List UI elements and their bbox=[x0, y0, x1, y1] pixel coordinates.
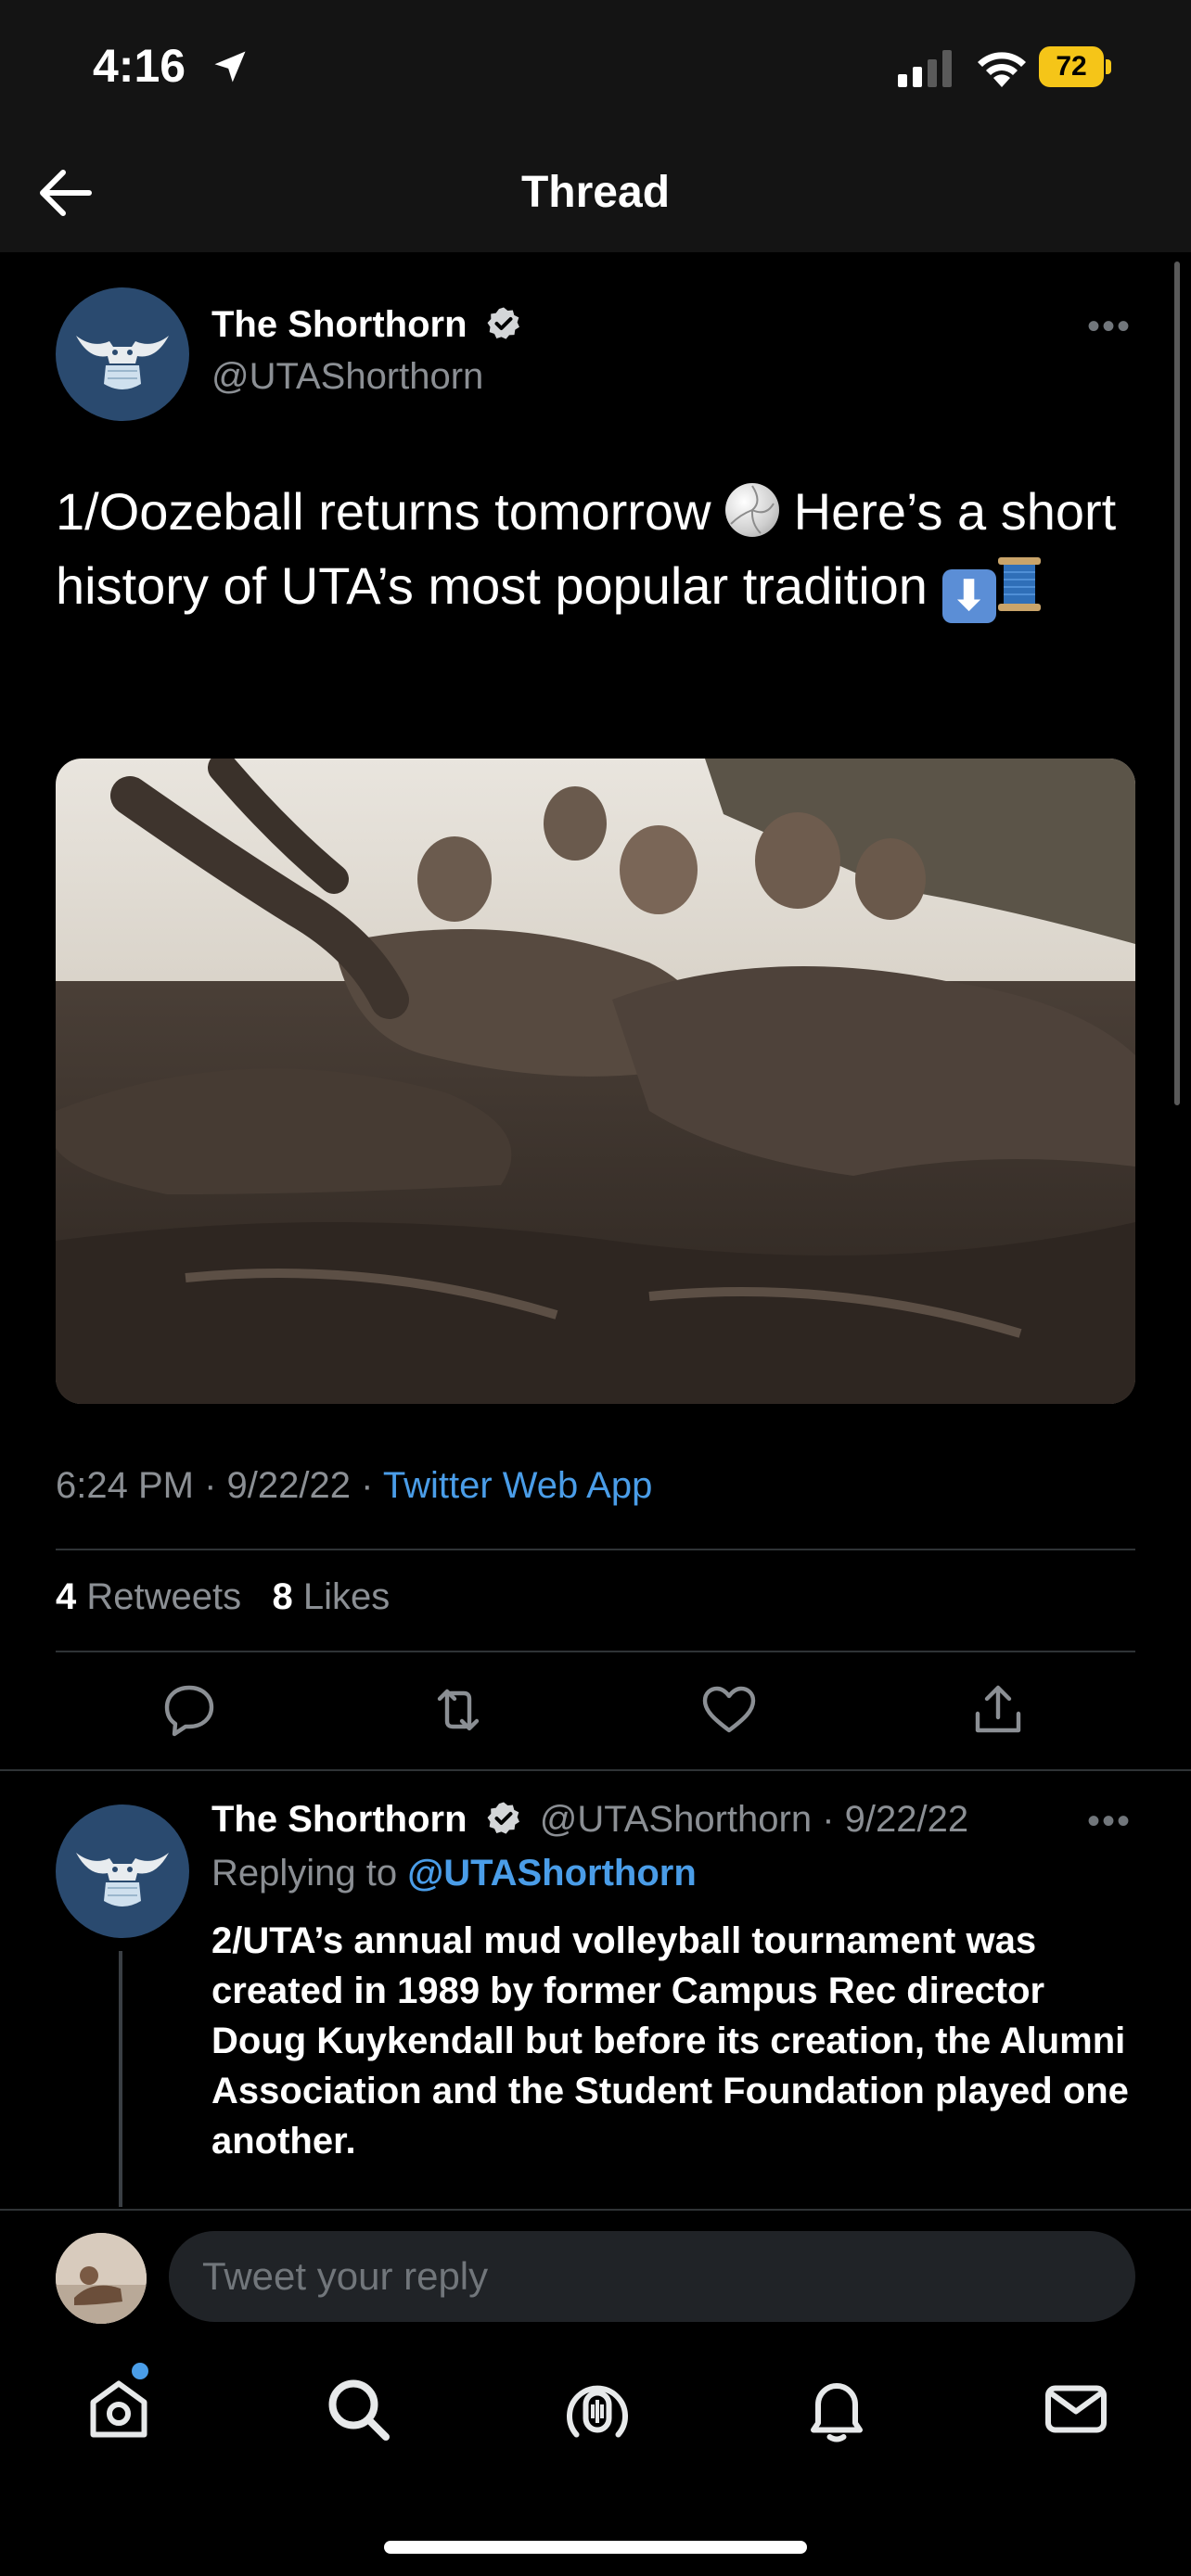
home-indicator[interactable] bbox=[384, 2541, 807, 2554]
volleyball-emoji-icon bbox=[725, 483, 780, 537]
likes-stat[interactable]: 8 Likes bbox=[272, 1576, 390, 1617]
thread-connector-line bbox=[119, 1951, 122, 2207]
more-options-icon[interactable]: ••• bbox=[1087, 306, 1132, 348]
reply-icon[interactable] bbox=[160, 1680, 219, 1740]
reply-text: 2/UTA’s annual mud volleyball tournament… bbox=[211, 1920, 1129, 2162]
mud-volleyball-photo bbox=[56, 759, 1135, 1404]
bell-icon[interactable] bbox=[800, 2372, 874, 2446]
section-divider bbox=[0, 1769, 1191, 1771]
down-arrow-emoji-icon: ⬇ bbox=[941, 569, 996, 623]
reply-more-options-icon[interactable]: ••• bbox=[1087, 1801, 1132, 1843]
divider bbox=[56, 1549, 1135, 1550]
home-icon[interactable] bbox=[82, 2372, 156, 2446]
author-handle[interactable]: @UTAShorthorn bbox=[211, 356, 483, 398]
status-time: 4:16 bbox=[93, 40, 186, 92]
replying-to: Replying to @UTAShorthorn bbox=[211, 1853, 697, 1894]
share-icon[interactable] bbox=[968, 1680, 1028, 1740]
search-icon[interactable] bbox=[321, 2372, 395, 2446]
battery-indicator: 72 bbox=[1039, 46, 1113, 87]
home-notification-dot bbox=[132, 2363, 148, 2379]
heart-icon[interactable] bbox=[699, 1680, 759, 1740]
tweet-date: 9/22/22 bbox=[226, 1465, 351, 1506]
engagement-counts: 4 Retweets 8 Likes bbox=[56, 1576, 390, 1618]
replying-to-label: Replying to bbox=[211, 1853, 398, 1894]
tweet-meta: 6:24 PM · 9/22/22 · Twitter Web App bbox=[56, 1465, 652, 1507]
location-arrow-icon bbox=[214, 51, 246, 83]
meta-separator: · bbox=[204, 1465, 227, 1506]
tweet-text-part1: 1/Oozeball returns tomorrow bbox=[56, 482, 726, 541]
likes-count: 8 bbox=[272, 1576, 293, 1617]
retweets-label: Retweets bbox=[86, 1576, 242, 1617]
user-avatar[interactable] bbox=[56, 2233, 147, 2324]
verified-badge-icon bbox=[487, 307, 519, 339]
tweet-text: 1/Oozeball returns tomorrow Here’s a sho… bbox=[56, 475, 1132, 623]
mail-icon[interactable] bbox=[1039, 2372, 1113, 2446]
user-photo bbox=[56, 2233, 147, 2324]
tab-bar bbox=[0, 2335, 1191, 2576]
reply-date: 9/22/22 bbox=[844, 1799, 969, 1840]
wifi-icon bbox=[978, 52, 1026, 87]
battery-tip bbox=[1106, 59, 1111, 74]
retweets-stat[interactable]: 4 Retweets bbox=[56, 1576, 241, 1617]
meta-separator: · bbox=[361, 1465, 383, 1506]
tweet-photo[interactable] bbox=[56, 759, 1135, 1404]
reply-input[interactable]: Tweet your reply bbox=[169, 2231, 1135, 2322]
verified-badge-icon bbox=[487, 1802, 519, 1834]
author-name[interactable]: The Shorthorn bbox=[211, 304, 522, 346]
divider bbox=[56, 1651, 1135, 1652]
replying-to-mention[interactable]: @UTAShorthorn bbox=[407, 1853, 697, 1894]
nav-bar: Thread bbox=[0, 130, 1191, 252]
thread-spool-emoji-icon bbox=[997, 557, 1041, 611]
battery-level: 72 bbox=[1039, 46, 1104, 87]
tweet-time: 6:24 PM bbox=[56, 1465, 194, 1506]
likes-label: Likes bbox=[302, 1576, 391, 1617]
longhorn-logo-icon bbox=[76, 336, 169, 389]
longhorn-logo-icon bbox=[76, 1853, 169, 1906]
spaces-icon[interactable] bbox=[560, 2372, 634, 2446]
scrollbar[interactable] bbox=[1174, 261, 1180, 1105]
reply-header: The Shorthorn @UTAShorthorn · 9/22/22 bbox=[211, 1799, 968, 1841]
retweets-count: 4 bbox=[56, 1576, 77, 1617]
meta-separator: · bbox=[822, 1799, 845, 1840]
author-avatar[interactable] bbox=[56, 287, 189, 421]
signal-icon bbox=[898, 50, 952, 87]
compose-bar: Tweet your reply bbox=[0, 2209, 1191, 2335]
page-title: Thread bbox=[520, 168, 671, 217]
status-bar: 4:16 72 bbox=[0, 0, 1191, 130]
retweet-icon[interactable] bbox=[429, 1680, 488, 1740]
reply-author-name[interactable]: The Shorthorn bbox=[211, 1799, 467, 1840]
author-name-text: The Shorthorn bbox=[211, 304, 467, 345]
reply-author-handle[interactable]: @UTAShorthorn bbox=[540, 1799, 812, 1840]
tweet-source-link[interactable]: Twitter Web App bbox=[383, 1465, 653, 1506]
reply-author-avatar[interactable] bbox=[56, 1804, 189, 1938]
